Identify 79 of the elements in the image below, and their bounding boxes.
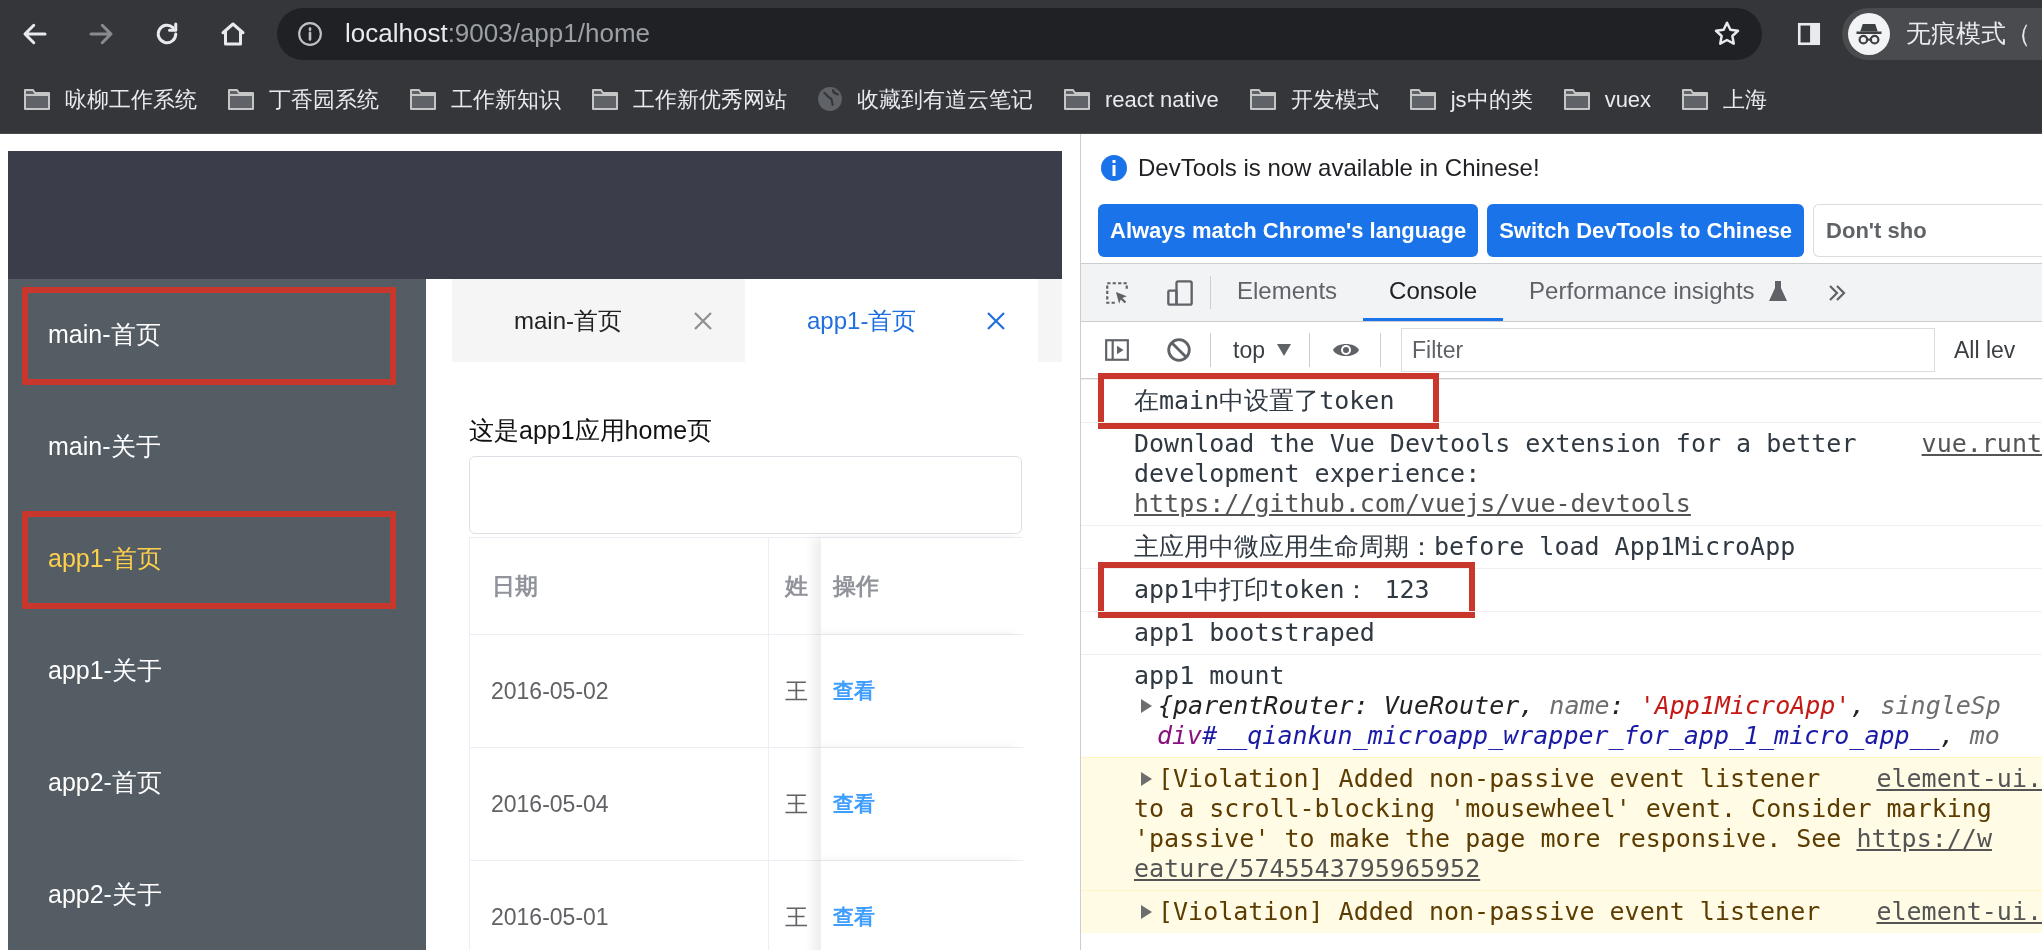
folder-icon: [1408, 87, 1437, 111]
info-icon[interactable]: [297, 20, 323, 47]
bookmark[interactable]: 工作新优秀网站: [591, 82, 787, 116]
sidebar-item[interactable]: app2-首页: [8, 727, 426, 839]
folder-icon: [1681, 87, 1710, 111]
bookmark[interactable]: 工作新知识: [409, 82, 561, 116]
page-heading: 这是app1应用home页: [469, 415, 714, 446]
folder-icon: [1063, 87, 1091, 111]
table-cell: 2016-05-01: [470, 861, 769, 950]
context-dropdown[interactable]: top: [1233, 332, 1291, 368]
profile-button[interactable]: 无痕模式（: [1842, 7, 2042, 60]
column-header: 日期: [470, 538, 769, 635]
source-link[interactable]: vue.runt: [1921, 429, 2042, 459]
bookmark[interactable]: vuex: [1562, 82, 1652, 116]
bookmark[interactable]: react native: [1063, 82, 1219, 116]
banner-button[interactable]: Switch DevTools to Chinese: [1487, 204, 1805, 257]
folder-icon: [409, 87, 437, 111]
console-text: to a scroll-blocking 'mousewheel' event. Consider marking: [1134, 794, 1992, 824]
column-header: 操作: [821, 538, 1023, 635]
source-link[interactable]: element-ui.: [1876, 764, 2042, 794]
console-text: [Violation] Added non-passive event listener: [1158, 764, 1821, 794]
console-text: Download the Vue Devtools extension for a better: [1134, 429, 1857, 459]
devtools-tab[interactable]: Performance insights: [1503, 264, 1813, 321]
sidebar-item[interactable]: app1-首页: [8, 503, 426, 615]
banner-message: DevTools is now available in Chinese!: [1138, 153, 1540, 183]
table-cell: 2016-05-02: [470, 635, 769, 748]
expand-triangle-icon[interactable]: [1141, 699, 1152, 713]
side-panel-icon[interactable]: [1796, 20, 1822, 47]
close-icon[interactable]: [986, 310, 1006, 331]
bookmark[interactable]: js中的类: [1408, 82, 1533, 116]
bookmark[interactable]: 开发模式: [1248, 82, 1379, 116]
info-icon: [1101, 155, 1127, 181]
close-icon[interactable]: [693, 310, 713, 331]
folder-icon: [591, 87, 619, 111]
console-text: development experience:: [1134, 459, 1481, 489]
devtools-tab[interactable]: Console: [1363, 264, 1504, 321]
folder-icon: [227, 87, 255, 111]
banner-button[interactable]: Don't sho: [1813, 204, 2042, 257]
flask-icon: [1768, 280, 1787, 302]
table-cell: 2016-05-04: [470, 748, 769, 861]
console-text: 'passive' to make the page more responsive. See: [1134, 824, 1843, 854]
console-text: div#__qiankun_microapp_wrapper_for_app_1_micro_app__, mo: [1157, 721, 2000, 751]
console-text: {parentRouter: VueRouter, name: 'App1MicroApp', singleSp: [1158, 691, 2001, 721]
sidebar-item[interactable]: main-首页: [8, 279, 426, 391]
folder-icon: [23, 87, 51, 111]
clear-icon[interactable]: [1166, 337, 1192, 363]
console-link[interactable]: https://w: [1856, 824, 1992, 854]
bookmark[interactable]: 上海: [1681, 82, 1768, 116]
sidebar-toggle-icon[interactable]: [1104, 337, 1130, 363]
console-text: app1中打印token： 123: [1134, 575, 1430, 605]
levels-dropdown[interactable]: All lev: [1954, 332, 2016, 368]
folder-icon: [1562, 87, 1591, 111]
filter-field[interactable]: Filter: [1401, 328, 1935, 372]
folder-icon: [1248, 87, 1277, 111]
banner-button[interactable]: Always match Chrome's language: [1098, 204, 1479, 257]
bookmark[interactable]: 丁香园系统: [227, 82, 379, 116]
bookmark[interactable]: 咏柳工作系统: [23, 82, 197, 116]
source-link[interactable]: element-ui.: [1876, 897, 2042, 927]
bookmark[interactable]: 收藏到有道云笔记: [817, 82, 1033, 116]
console-text: app1 mount: [1134, 661, 1285, 691]
sidebar-item[interactable]: app2-关于: [8, 839, 426, 950]
console-text: 在main中设置了token: [1134, 386, 1395, 416]
input-field[interactable]: [469, 456, 1022, 534]
console-text: [Violation] Added non-passive event listener: [1158, 897, 1821, 927]
page-tab[interactable]: main-首页: [452, 279, 745, 362]
sidebar-item[interactable]: main-关于: [8, 391, 426, 503]
console-link[interactable]: eature/5745543795965952: [1134, 854, 1481, 884]
caret-icon: [1277, 344, 1291, 356]
expand-triangle-icon[interactable]: [1141, 905, 1152, 919]
console-text: app1 bootstraped: [1134, 618, 1375, 648]
console-link[interactable]: https://github.com/vuejs/vue-devtools: [1134, 489, 1691, 519]
address-bar[interactable]: localhost:9003/app1/home: [277, 7, 1762, 60]
expand-triangle-icon[interactable]: [1141, 772, 1152, 786]
device-icon[interactable]: [1166, 277, 1194, 308]
console-text: 主应用中微应用生命周期：before load App1MicroApp: [1134, 532, 1796, 562]
sidebar-item[interactable]: app1-关于: [8, 615, 426, 727]
devtools-tab[interactable]: Elements: [1211, 264, 1364, 321]
inspect-icon[interactable]: [1104, 279, 1130, 306]
globe-icon: [817, 86, 843, 112]
